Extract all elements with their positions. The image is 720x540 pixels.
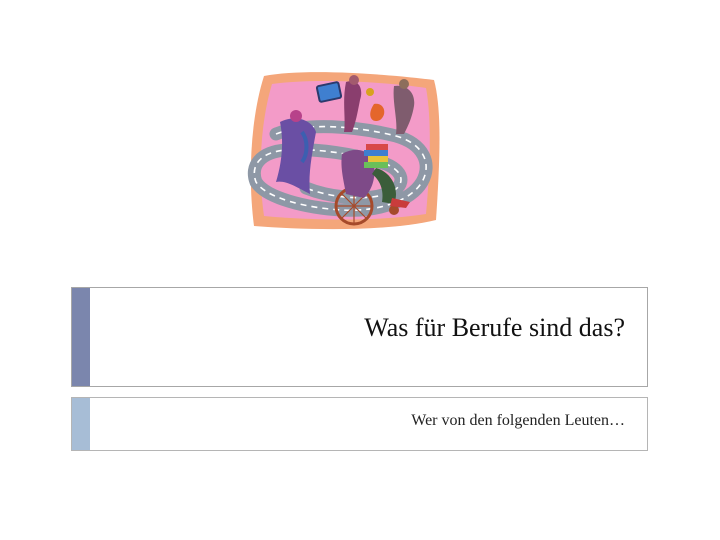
slide-title: Was für Berufe sind das?	[364, 313, 625, 342]
title-accent-bar	[72, 288, 90, 386]
subtitle-placeholder[interactable]: Wer von den folgenden Leuten…	[71, 397, 648, 451]
subtitle-accent-bar	[72, 398, 90, 450]
slide: Was für Berufe sind das? Wer von den fol…	[0, 0, 720, 540]
people-on-road-illustration-icon	[248, 72, 440, 230]
slide-subtitle: Wer von den folgenden Leuten…	[411, 412, 625, 429]
title-placeholder[interactable]: Was für Berufe sind das?	[71, 287, 648, 387]
